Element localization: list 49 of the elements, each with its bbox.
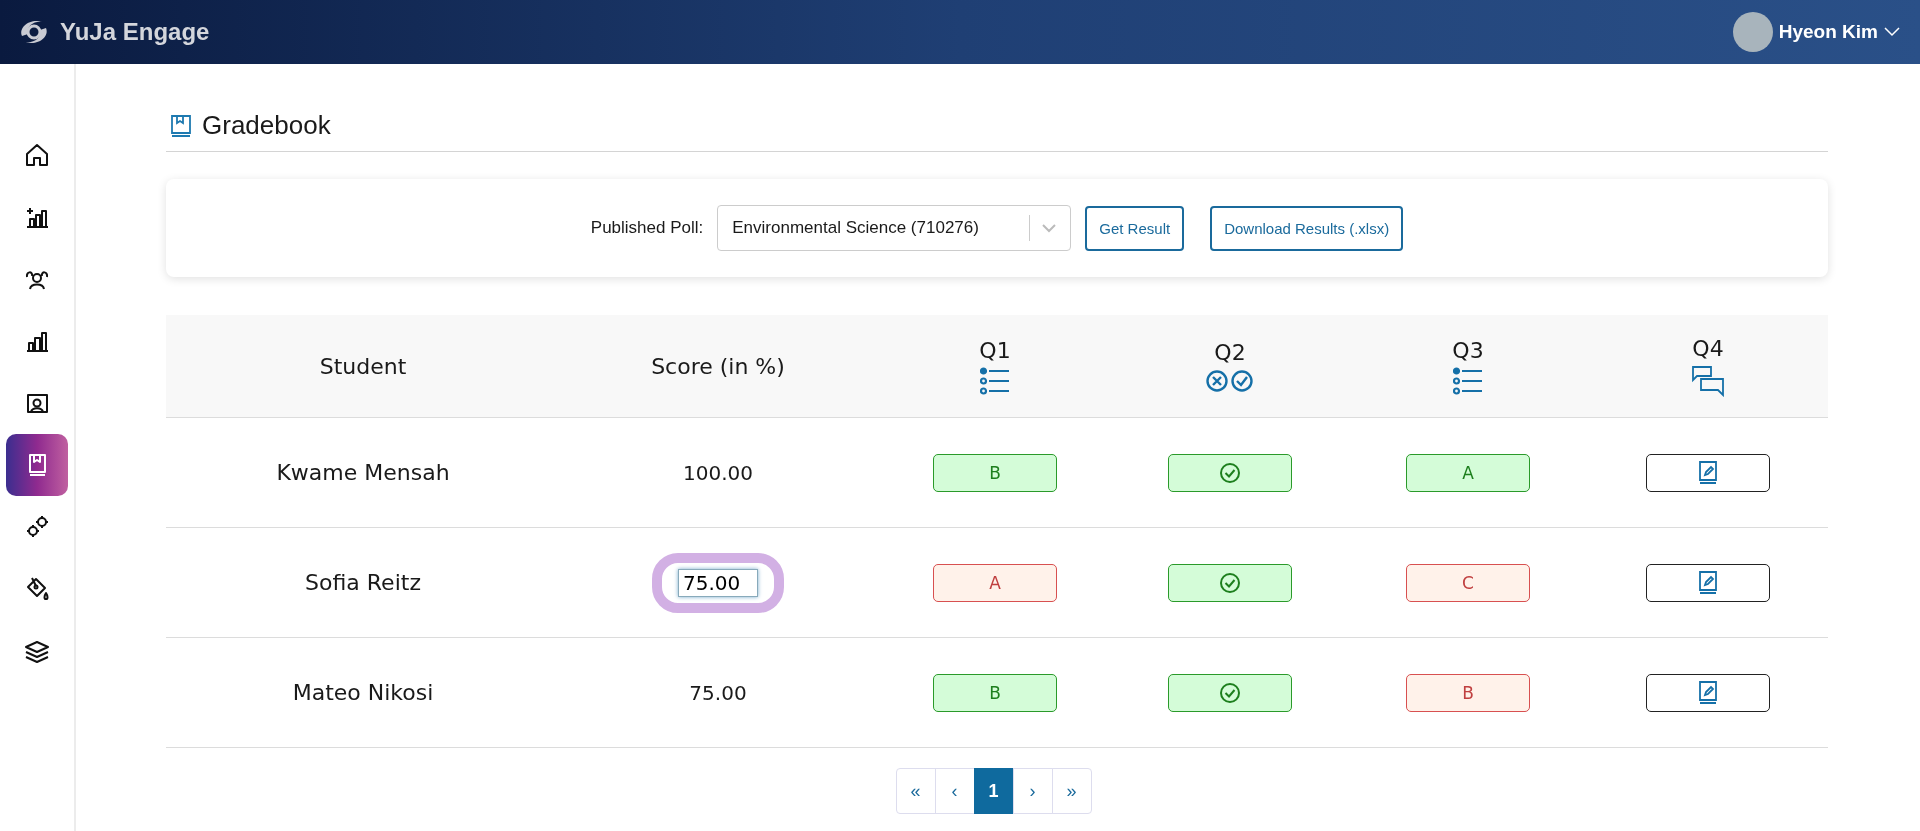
column-header: Q3 — [1452, 337, 1484, 363]
score-value: 75.00 — [689, 680, 747, 705]
answer-badge: C — [1406, 563, 1530, 602]
download-button[interactable]: Download Results (.xlsx) — [1210, 205, 1404, 251]
student-name: Sofia Reitz — [305, 570, 421, 595]
page-button[interactable]: « — [895, 768, 936, 814]
answer-badge: B — [1406, 673, 1530, 712]
check-circle-icon — [1219, 571, 1241, 594]
book-edit-icon — [1697, 679, 1719, 706]
book-edit-icon — [1697, 569, 1719, 596]
score-value: 100.00 — [683, 460, 753, 485]
home-icon — [23, 141, 51, 169]
answer-badge: A — [1406, 453, 1530, 492]
chevron-down-icon — [1042, 223, 1057, 233]
column-header: Student — [319, 353, 407, 379]
check-circle-icon — [1219, 461, 1241, 484]
brand-name: YuJa Engage — [60, 18, 210, 46]
student-name: Mateo Nikosi — [292, 680, 434, 705]
view-answer-button[interactable] — [1646, 673, 1770, 712]
page-button[interactable]: » — [1051, 768, 1092, 814]
check-circle-icon — [1219, 681, 1241, 704]
page-button[interactable]: 1 — [973, 768, 1014, 814]
get-result-button[interactable]: Get Result — [1085, 205, 1185, 251]
view-answer-button[interactable] — [1646, 563, 1770, 602]
score-input[interactable]: 75.00 — [678, 568, 758, 597]
page-button[interactable]: ‹ — [934, 768, 975, 814]
poll-label: Published Poll: — [590, 218, 704, 238]
page-title: Gradebook — [202, 110, 331, 141]
column-header: Q4 — [1692, 335, 1724, 361]
column-header: Q1 — [979, 337, 1011, 363]
answer-badge: A — [933, 563, 1057, 602]
student-name: Kwame Mensah — [276, 460, 450, 485]
column-header: Q2 — [1214, 339, 1246, 365]
column-header: Score (in %) — [651, 353, 785, 379]
view-answer-button[interactable] — [1646, 453, 1770, 492]
avatar — [1732, 12, 1773, 52]
answer-badge: B — [933, 453, 1057, 492]
list-icon — [1453, 366, 1483, 395]
book-icon — [170, 113, 192, 138]
book-edit-icon — [1697, 459, 1719, 486]
user-menu[interactable]: Hyeon Kim — [1732, 12, 1900, 52]
sidebar-item[interactable] — [6, 434, 68, 496]
qa-bubbles-icon — [1691, 364, 1725, 397]
caret-icon — [1884, 27, 1900, 37]
list-icon — [980, 366, 1010, 395]
cross-check-icon — [1206, 368, 1254, 393]
page-button[interactable]: › — [1012, 768, 1053, 814]
answer-badge: B — [933, 673, 1057, 712]
poll-dropdown[interactable]: Environmental Science (710276) — [717, 205, 1072, 251]
